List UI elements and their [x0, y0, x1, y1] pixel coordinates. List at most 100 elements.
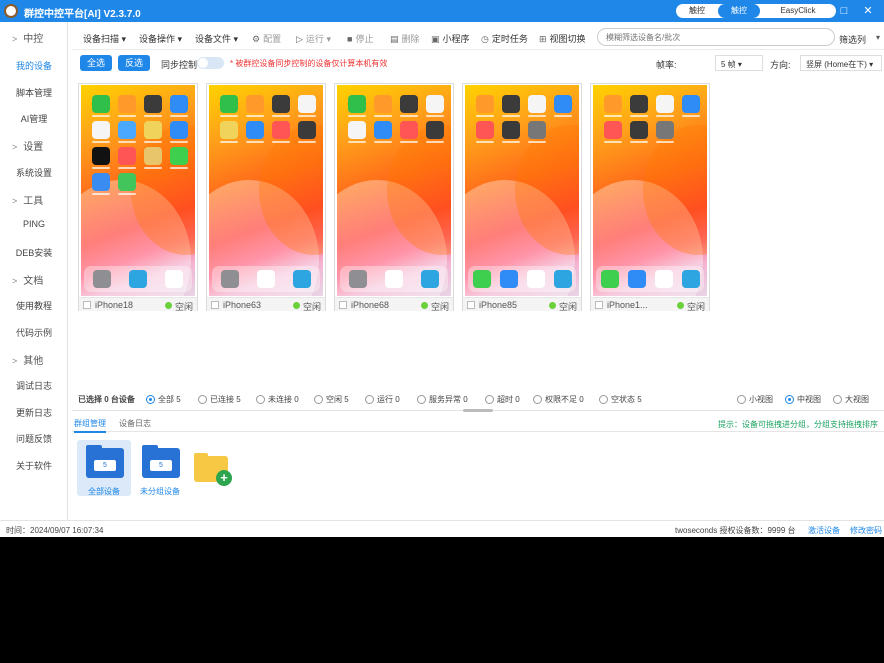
app-icon [524, 121, 550, 147]
device-card[interactable]: iPhone68 空闲 [334, 83, 454, 312]
app-icon [370, 95, 396, 121]
app-icon-tile [528, 95, 546, 113]
device-screen[interactable] [337, 85, 451, 296]
folder-all-devices[interactable]: 5 全部设备 [77, 440, 131, 496]
splitter-grip[interactable] [463, 409, 493, 412]
close-icon[interactable]: ✕ [856, 3, 880, 19]
folder-name: 全部设备 [88, 487, 120, 496]
add-folder-button[interactable]: + [194, 452, 232, 488]
device-screen[interactable] [465, 85, 579, 296]
device-name: iPhone68 [351, 300, 390, 310]
app-logo-icon [4, 4, 18, 18]
toolbar: 设备扫描 ▾ 设备操作 ▾ 设备文件 ▾ ⚙ 配置 ▷ 运行 ▾ ■ 停止 ▤ 删除 ▣… [72, 26, 884, 50]
device-scan-menu[interactable]: 设备扫描 ▾ [83, 32, 126, 45]
filter-service-error-radio[interactable]: 服务异常 0 [417, 394, 468, 405]
folder-ungrouped-devices[interactable]: 5 未分组设备 [133, 440, 187, 496]
chevron-right-icon: > [12, 356, 18, 366]
search-input[interactable] [597, 28, 835, 46]
device-ops-menu[interactable]: 设备操作 ▾ [139, 32, 182, 45]
stop-button[interactable]: ■ 停止 [347, 32, 373, 45]
minimize-icon[interactable]: – [808, 3, 832, 19]
sidebar-item-tutorial[interactable]: 使用教程 [0, 299, 68, 312]
filter-running-radio[interactable]: 运行 0 [365, 394, 400, 405]
filter-all-radio[interactable]: 全部 5 [146, 394, 181, 405]
sidebar-group-other[interactable]: > 其他 [0, 352, 68, 367]
device-card[interactable]: iPhone18 空闲 [78, 83, 198, 312]
scheduled-task-button[interactable]: ◷ 定时任务 [481, 32, 528, 45]
sidebar-group-label: 其他 [23, 356, 44, 367]
device-screen[interactable] [209, 85, 323, 296]
mode-touch-1[interactable]: 触控 [676, 4, 718, 18]
radio-circle [417, 395, 426, 404]
gear-icon: ⚙ [252, 34, 261, 44]
device-checkbox[interactable] [211, 301, 219, 309]
sidebar-item-feedback[interactable]: 问题反馈 [0, 432, 68, 445]
invert-selection-button[interactable]: 反选 [118, 55, 151, 71]
sidebar-group-tools[interactable]: > 工具 [0, 192, 68, 207]
view-large-radio[interactable]: 大视图 [833, 394, 869, 405]
device-checkbox[interactable] [595, 301, 603, 309]
device-status: 空闲 [559, 302, 578, 312]
filter-empty-status-radio[interactable]: 空状态 5 [599, 394, 642, 405]
filter-timeout-radio[interactable]: 超时 0 [485, 394, 520, 405]
filter-connected-radio[interactable]: 已连接 5 [198, 394, 241, 405]
view-small-radio[interactable]: 小视图 [737, 394, 773, 405]
tab-group-management[interactable]: 群组管理 [74, 418, 106, 433]
app-icon-tile [604, 121, 622, 139]
change-password-link[interactable]: 修改密码 [850, 525, 882, 536]
chevron-down-icon[interactable]: ▾ [876, 33, 880, 42]
app-icon-tile [118, 147, 136, 165]
mode-touch-2[interactable]: 触控 [718, 4, 760, 18]
mini-program-button[interactable]: ▣ 小程序 [431, 32, 470, 45]
device-checkbox[interactable] [83, 301, 91, 309]
run-button[interactable]: ▷ 运行 ▾ [296, 32, 331, 45]
sidebar-item-code-examples[interactable]: 代码示例 [0, 326, 68, 339]
sync-control-toggle[interactable] [197, 57, 224, 69]
app-icon-caption [348, 115, 366, 117]
app-icon-caption [92, 141, 110, 143]
device-checkbox[interactable] [339, 301, 347, 309]
app-icon [140, 147, 166, 173]
sidebar-item-changelog[interactable]: 更新日志 [0, 406, 68, 419]
delete-button[interactable]: ▤ 删除 [390, 32, 420, 45]
sidebar-item-about[interactable]: 关于软件 [0, 459, 68, 472]
view-switch-button[interactable]: ⊞ 视图切换 [539, 32, 586, 45]
app-icon [114, 147, 140, 173]
sidebar-item-ping[interactable]: PING [0, 219, 68, 229]
fps-select[interactable]: 5 帧 ▾ [715, 55, 763, 71]
sidebar-item-my-devices[interactable]: 我的设备 [0, 59, 68, 72]
activate-device-link[interactable]: 激活设备 [808, 525, 840, 536]
app-icon-tile [92, 95, 110, 113]
config-button[interactable]: ⚙ 配置 [252, 32, 281, 45]
device-files-menu[interactable]: 设备文件 ▾ [195, 32, 238, 45]
device-screen[interactable] [81, 85, 195, 296]
sidebar-group-settings[interactable]: > 设置 [0, 138, 68, 153]
tab-device-log[interactable]: 设备日志 [119, 418, 151, 429]
sidebar-item-debug-log[interactable]: 调试日志 [0, 379, 68, 392]
device-screen[interactable] [593, 85, 707, 296]
sidebar-item-scripts[interactable]: 脚本管理 [0, 86, 68, 99]
filter-no-permission-radio[interactable]: 权限不足 0 [533, 394, 584, 405]
sidebar-item-deb-install[interactable]: DEB安装 [0, 246, 68, 259]
view-medium-radio[interactable]: 中视图 [785, 394, 821, 405]
sidebar-item-system-settings[interactable]: 系统设置 [0, 166, 68, 179]
filter-disconnected-radio[interactable]: 未连接 0 [256, 394, 299, 405]
app-icon-tile [400, 95, 418, 113]
app-icon [550, 95, 576, 121]
app-icon-caption [528, 115, 546, 117]
select-all-button[interactable]: 全选 [80, 55, 113, 71]
device-card[interactable]: iPhone1... 空闲 [590, 83, 710, 312]
device-checkbox[interactable] [467, 301, 475, 309]
app-icon-grid [600, 95, 704, 147]
maximize-icon[interactable]: □ [832, 3, 856, 19]
app-icon-caption [554, 115, 572, 117]
sidebar-item-ai[interactable]: AI管理 [0, 112, 68, 125]
device-card[interactable]: iPhone85 空闲 [462, 83, 582, 312]
device-card[interactable]: iPhone63 空闲 [206, 83, 326, 312]
sidebar-group-docs[interactable]: > 文档 [0, 272, 68, 287]
filter-idle-radio[interactable]: 空闲 5 [314, 394, 349, 405]
sidebar-group-control[interactable]: > 中控 [0, 30, 68, 45]
filter-columns-button[interactable]: 筛选列 [839, 33, 866, 46]
direction-select[interactable]: 竖屏 (Home在下) ▾ [800, 55, 882, 71]
app-icon [626, 121, 652, 147]
